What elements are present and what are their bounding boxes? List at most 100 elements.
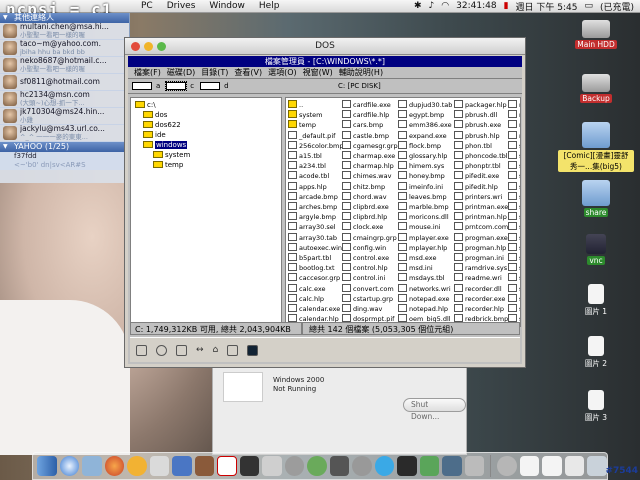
file-item[interactable]: cstartup.grp [342,294,398,304]
file-item[interactable]: _default.pif [288,131,344,141]
tree-node[interactable]: dos622 [131,120,281,130]
file-item[interactable]: cgamesgr.grp [342,141,398,151]
tree-node[interactable]: dos [131,110,281,120]
file-item[interactable]: sol [508,222,520,232]
group-header-yahoo[interactable]: YAHOO (1/25) [0,142,129,152]
file-item[interactable]: acode.tbl [288,171,344,181]
drive-a-icon[interactable] [132,82,152,90]
file-item[interactable]: emm386.exe [398,120,454,130]
floppy-icon[interactable] [136,344,147,356]
directory-tree[interactable]: c:\ dos dos622 ide windows system temp [130,97,282,327]
file-item[interactable]: calc.hlp [288,294,344,304]
file-item[interactable]: riv [508,131,520,141]
document-icon[interactable] [542,456,562,476]
desktop-icon-comic-folder[interactable]: [Comic][漫畫]靈舒秀一...集(big5) [558,122,634,172]
file-item[interactable]: charmap.hlp [342,161,398,171]
file-item[interactable]: pbrush.hlp [454,131,510,141]
file-item[interactable]: ding.wav [342,304,398,314]
file-item[interactable]: dupjud30.tab [398,100,454,110]
finder-icon[interactable] [37,456,57,476]
network-icon[interactable]: ↔ [196,345,204,355]
apple-icon[interactable] [284,456,305,476]
textedit-icon[interactable] [149,456,170,476]
tree-node[interactable]: temp [131,160,281,170]
file-item[interactable]: leaves.bmp [398,192,454,202]
file-item[interactable]: chord.wav [342,192,398,202]
file-item[interactable]: notepad.hlp [398,304,454,314]
safari-icon[interactable] [59,456,80,476]
minimize-button[interactable] [144,42,153,51]
group-header-other-contacts[interactable]: 其他連絡人 [0,13,129,23]
menu-help[interactable]: Help [259,1,280,11]
contact-item[interactable]: neko8687@hotmail.c... 小聖聖一看吧一樣的喔 [0,57,129,74]
file-item[interactable]: printers.wri [454,192,510,202]
movie-icon[interactable] [239,456,260,476]
menu-pc[interactable]: PC [141,1,153,11]
file-item[interactable]: caccesor.grp [288,273,344,283]
file-item[interactable]: sch [508,151,520,161]
file-item[interactable]: flock.bmp [398,141,454,151]
file-item[interactable]: bootlog.txt [288,263,344,273]
file-item[interactable]: glossary.hlp [398,151,454,161]
menu-drives[interactable]: Drives [167,1,196,11]
file-item[interactable]: set [508,182,520,192]
file-item[interactable]: temp [288,120,344,130]
file-item[interactable]: ssn [508,284,520,294]
menu-help[interactable]: 輔助說明(H) [339,67,383,78]
file-item[interactable]: b5part.tbl [288,253,344,263]
file-item[interactable]: system [288,110,344,120]
file-item[interactable]: phon.tbl [454,141,510,151]
settings-icon[interactable] [352,456,372,476]
file-item[interactable]: progman.ini [454,253,510,263]
volume-icon[interactable]: ♪ [429,1,435,11]
file-item[interactable]: himem.sys [398,161,454,171]
menu-file[interactable]: 檔案(F) [134,67,161,78]
tree-node[interactable]: ide [131,130,281,140]
file-item[interactable]: set [508,171,520,181]
file-item[interactable]: sm [508,212,520,222]
desktop-icon-picture-3[interactable]: 圖片 3 [566,390,626,423]
file-item[interactable]: arches.bmp [288,202,344,212]
file-item[interactable]: autoexec.win [288,243,344,253]
terminal-icon[interactable] [397,456,417,476]
file-item[interactable]: pbrush.exe [454,120,510,130]
file-item[interactable]: charmap.exe [342,151,398,161]
file-item[interactable]: pifedit.hlp [454,182,510,192]
drive-a-label[interactable]: a [156,82,160,90]
close-button[interactable] [131,42,140,51]
virtual-pc-icon[interactable] [419,456,440,476]
wifi-icon[interactable]: ◠ [441,1,449,11]
timemachine-icon[interactable] [497,456,517,476]
file-item[interactable]: packager.hlp [454,100,510,110]
display-icon[interactable] [247,344,259,356]
file-item[interactable]: a234.tbl [288,161,344,171]
file-item[interactable]: mouse.ini [398,222,454,232]
flag-icon[interactable]: ▮ [504,1,509,11]
file-item[interactable]: a15.tbl [288,151,344,161]
file-item[interactable]: calendar.exe [288,304,344,314]
file-item[interactable]: control.ini [342,273,398,283]
file-item[interactable]: msd.ini [398,263,454,273]
file-item[interactable]: phoncode.tbl [454,151,510,161]
desktop-icon-picture-1[interactable]: 圖片 1 [566,284,626,317]
desktop-icon-picture-2[interactable]: 圖片 2 [566,336,626,369]
drive-c-icon[interactable] [165,81,188,91]
file-item[interactable]: honey.bmp [398,171,454,181]
zoom-button[interactable] [157,42,166,51]
photo-icon[interactable] [194,456,215,476]
drive-d-label[interactable]: d [224,82,228,90]
file-item[interactable]: expand.exe [398,131,454,141]
cd-icon[interactable] [156,344,167,356]
desktop-icon-share[interactable]: share [566,180,626,217]
menu-window[interactable]: Window [209,1,245,11]
adium-icon[interactable] [127,456,147,476]
file-item[interactable]: ssf [508,263,520,273]
file-item[interactable]: clipbrd.exe [342,202,398,212]
file-item[interactable]: recorder.exe [454,294,510,304]
mail-icon[interactable] [82,456,102,476]
file-item[interactable]: readme.wri [454,273,510,283]
shut-down-button[interactable]: Shut Down... [403,398,466,421]
itunes-icon[interactable] [307,456,327,476]
file-item[interactable]: 256color.bmp [288,141,344,151]
tree-node[interactable]: system [131,150,281,160]
